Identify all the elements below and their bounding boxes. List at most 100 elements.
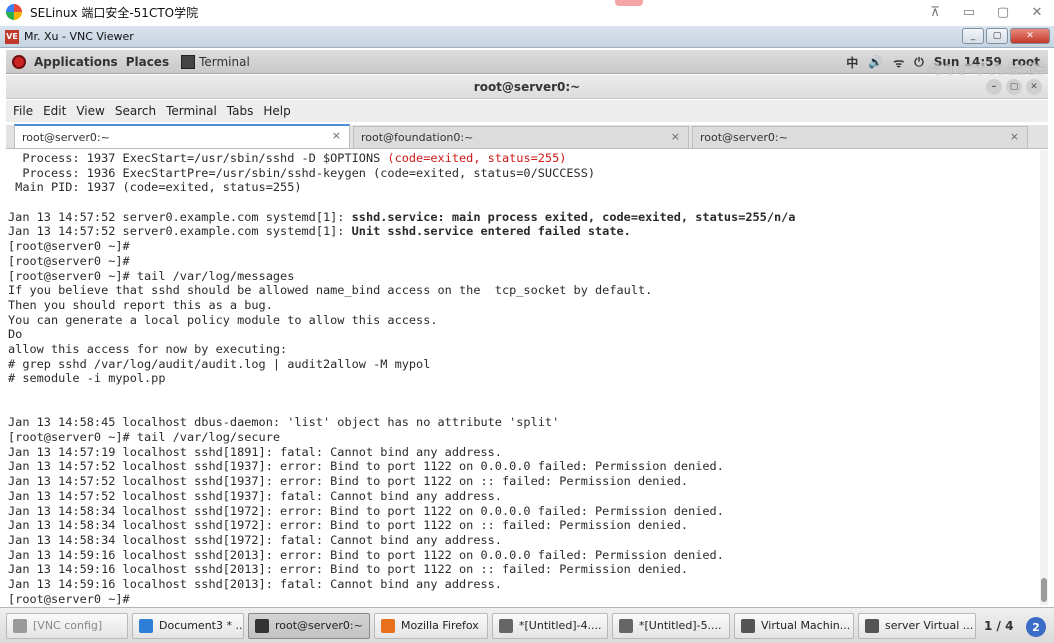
menu-file[interactable]: File: [13, 104, 33, 118]
vnc-maximize-button[interactable]: ▢: [986, 28, 1008, 44]
vm-icon: [741, 618, 755, 633]
menu-edit[interactable]: Edit: [43, 104, 66, 118]
tab-root-server0-1[interactable]: root@server0:~ ×: [14, 124, 350, 148]
terminal-line: Jan 13 14:57:52 localhost sshd[1937]: er…: [8, 459, 1038, 474]
terminal-line-text: Jan 13 14:58:34 localhost sshd[1972]: fa…: [8, 532, 502, 547]
terminal-line-text: Process: 1936 ExecStartPre=/usr/sbin/ssh…: [8, 165, 596, 180]
taskbar-item[interactable]: [VNC config]: [6, 612, 128, 639]
terminal-line: Do: [8, 327, 1038, 342]
terminal-line: [root@server0 ~]#: [8, 239, 1038, 254]
taskbar-item[interactable]: server Virtual ...: [858, 612, 976, 639]
terminal-line: [root@server0 ~]#: [8, 254, 1038, 269]
terminal-line-text: Jan 13 14:59:16 localhost sshd[2013]: er…: [8, 562, 689, 577]
terminal-line: # grep sshd /var/log/audit/audit.log | a…: [8, 357, 1038, 372]
vnc-window-controls: _ ▢ ✕: [962, 28, 1050, 44]
terminal-app-menu[interactable]: Terminal: [199, 55, 250, 69]
terminal-titlebar: root@server0:~ – ▢ ✕: [6, 75, 1048, 99]
terminal-line: Process: 1936 ExecStartPre=/usr/sbin/ssh…: [8, 166, 1038, 181]
taskbar-item[interactable]: Document3 * ...: [132, 612, 244, 639]
terminal-window-controls: – ▢ ✕: [986, 79, 1042, 95]
taskbar-item-label: [VNC config]: [33, 619, 103, 632]
tab-root-foundation0[interactable]: root@foundation0:~ ×: [353, 126, 689, 148]
terminal-app-icon: [181, 54, 196, 69]
terminal-scrollbar[interactable]: [1040, 150, 1048, 605]
menu-search[interactable]: Search: [115, 104, 156, 118]
taskbar-item[interactable]: Mozilla Firefox: [374, 612, 488, 639]
terminal-bold-text: sshd.service: main process exited, code=…: [351, 209, 796, 224]
menu-tabs[interactable]: Tabs: [227, 104, 254, 118]
tab-label: root@foundation0:~: [361, 131, 474, 144]
terminal-line: Jan 13 14:59:16 localhost sshd[2013]: er…: [8, 548, 1038, 563]
host-tab-indicator: [615, 0, 643, 6]
terminal-menubar: File Edit View Search Terminal Tabs Help: [6, 100, 1048, 122]
scrollbar-thumb[interactable]: [1041, 578, 1047, 602]
volume-icon[interactable]: 🔊: [868, 55, 883, 69]
terminal-line-text: [root@server0 ~]# tail /var/log/messages: [8, 268, 295, 283]
notification-badge[interactable]: 2: [1026, 617, 1046, 637]
terminal-line-text: # grep sshd /var/log/audit/audit.log | a…: [8, 356, 431, 371]
tab-root-server0-2[interactable]: root@server0:~ ×: [692, 126, 1028, 148]
close-button[interactable]: ✕: [1020, 0, 1054, 24]
tab-close-icon[interactable]: ×: [1010, 130, 1019, 143]
maximize-button[interactable]: ▢: [986, 0, 1020, 24]
document-icon: [139, 618, 153, 633]
taskbar-item[interactable]: *[Untitled]-5....: [612, 612, 730, 639]
input-method-indicator[interactable]: 中: [846, 54, 858, 71]
taskbar-item[interactable]: Virtual Machin...: [734, 612, 854, 639]
vnc-minimize-button[interactable]: _: [962, 28, 984, 44]
terminal-error-text: (code=exited, status=255): [387, 151, 567, 165]
terminal-line: Jan 13 14:57:52 server0.example.com syst…: [8, 210, 1038, 225]
gnome-top-panel: Applications Places Terminal 中 🔊 ᯤ ⏻ Sun…: [6, 50, 1048, 74]
terminal-line-text: Jan 13 14:57:52 server0.example.com syst…: [8, 224, 352, 239]
vnc-titlebar: VE Mr. Xu - VNC Viewer _ ▢ ✕: [0, 26, 1054, 48]
terminal-line-text: [root@server0 ~]#: [8, 239, 130, 254]
menu-terminal[interactable]: Terminal: [166, 104, 217, 118]
terminal-line: Jan 13 14:59:16 localhost sshd[2013]: fa…: [8, 577, 1038, 592]
vnc-close-button[interactable]: ✕: [1010, 28, 1050, 44]
tab-close-icon[interactable]: ×: [332, 129, 341, 142]
terminal-line-text: Jan 13 14:59:16 localhost sshd[2013]: er…: [8, 547, 724, 562]
power-icon[interactable]: ⏻: [914, 55, 924, 70]
terminal-line-text: Do: [8, 327, 23, 342]
terminal-line: Then you should report this as a bug.: [8, 298, 1038, 313]
editor-icon: [619, 618, 633, 633]
applications-menu[interactable]: Applications: [34, 55, 118, 69]
workspace-pager[interactable]: 1 / 4: [984, 614, 1013, 638]
menu-view[interactable]: View: [76, 104, 104, 118]
terminal-close-button[interactable]: ✕: [1026, 79, 1042, 95]
terminal-line: Jan 13 14:58:34 localhost sshd[1972]: er…: [8, 504, 1038, 519]
terminal-line-text: Jan 13 14:57:52 localhost sshd[1937]: fa…: [8, 488, 502, 503]
taskbar-item[interactable]: root@server0:~: [248, 612, 370, 639]
vnc-config-icon: [13, 618, 27, 633]
vnc-app-icon: VE: [5, 29, 19, 44]
minimize-button[interactable]: ▭: [952, 0, 986, 24]
tab-close-icon[interactable]: ×: [671, 130, 680, 143]
terminal-line: Process: 1937 ExecStart=/usr/sbin/sshd -…: [8, 151, 1038, 166]
terminal-line: [root@server0 ~]# tail /var/log/secure: [8, 430, 1038, 445]
editor-icon: [499, 618, 513, 633]
host-window-controls: ⊼ ▭ ▢ ✕: [918, 0, 1054, 24]
taskbar-item[interactable]: *[Untitled]-4....: [492, 612, 608, 639]
terminal-tabs: root@server0:~ × root@foundation0:~ × ro…: [6, 124, 1048, 149]
taskbar-item-label: *[Untitled]-5....: [639, 619, 722, 632]
terminal-output[interactable]: Process: 1937 ExecStart=/usr/sbin/sshd -…: [6, 150, 1040, 605]
terminal-line-text: Then you should report this as a bug.: [8, 297, 273, 312]
terminal-line: [root@server0 ~]# tail /var/log/messages: [8, 269, 1038, 284]
terminal-line: Jan 13 14:57:52 server0.example.com syst…: [8, 224, 1038, 239]
pin-icon[interactable]: ⊼: [918, 0, 952, 24]
menu-help[interactable]: Help: [263, 104, 290, 118]
terminal-line-text: Jan 13 14:58:34 localhost sshd[1972]: er…: [8, 518, 689, 533]
terminal-line: Jan 13 14:57:52 localhost sshd[1937]: er…: [8, 474, 1038, 489]
taskbar-item-label: root@server0:~: [275, 619, 363, 632]
terminal-maximize-button[interactable]: ▢: [1006, 79, 1022, 95]
network-icon[interactable]: ᯤ: [893, 54, 904, 71]
terminal-line-text: Jan 13 14:57:52 localhost sshd[1937]: er…: [8, 474, 689, 489]
terminal-minimize-button[interactable]: –: [986, 79, 1002, 95]
terminal-icon: [255, 618, 269, 633]
taskbar: [VNC config] Document3 * ... root@server0:…: [0, 607, 1054, 643]
vm-icon: [865, 618, 879, 633]
terminal-line: Jan 13 14:58:34 localhost sshd[1972]: er…: [8, 518, 1038, 533]
terminal-line-text: You can generate a local policy module t…: [8, 312, 438, 327]
terminal-line: If you believe that sshd should be allow…: [8, 283, 1038, 298]
places-menu[interactable]: Places: [126, 55, 169, 69]
